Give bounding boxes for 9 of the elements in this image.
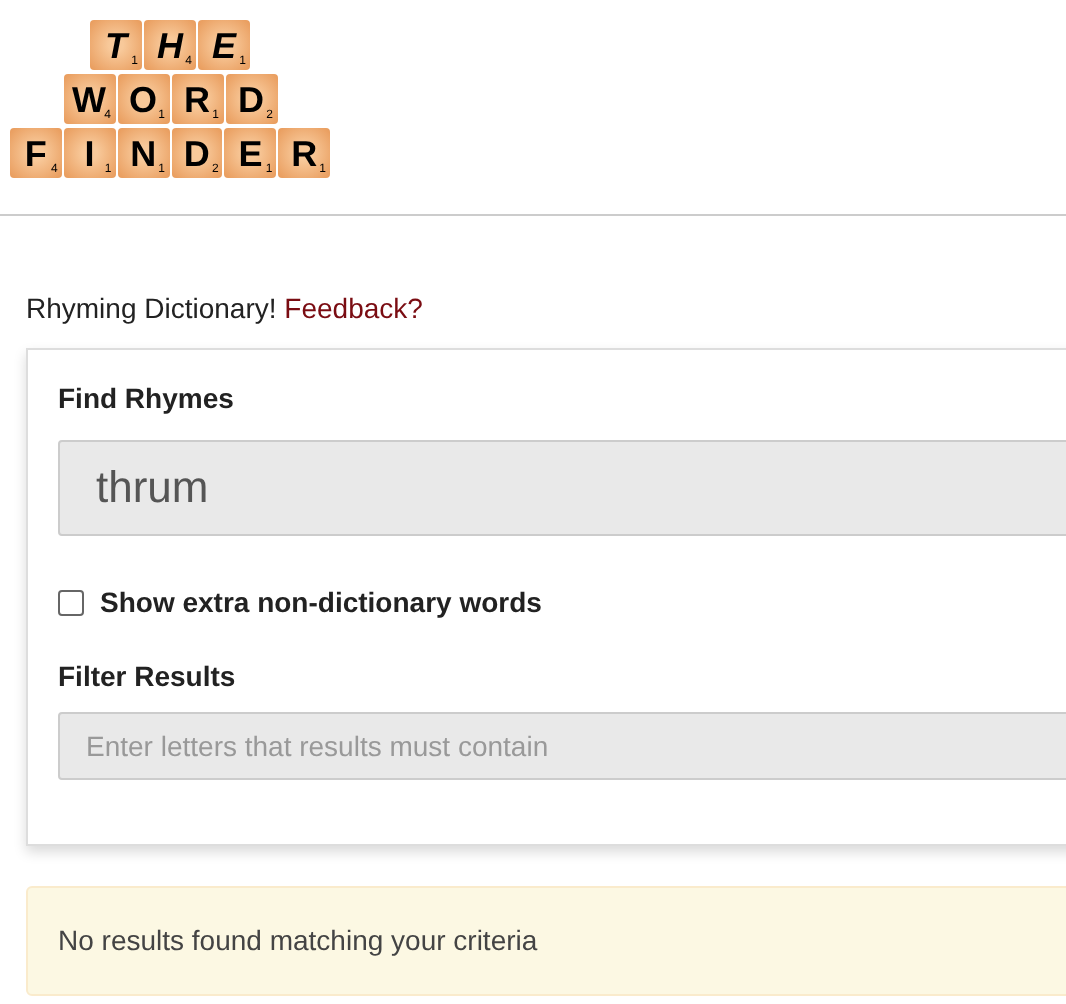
feedback-link[interactable]: Feedback? xyxy=(284,292,423,324)
rhyme-input[interactable]: thrum xyxy=(58,440,1066,536)
extra-words-label: Show extra non-dictionary words xyxy=(100,584,542,622)
filter-input[interactable]: Enter letters that results must contain xyxy=(58,712,1066,780)
intro-text: Rhyming Dictionary! Feedback? xyxy=(26,290,425,328)
filter-results-label: Filter Results xyxy=(58,658,238,696)
extra-words-checkbox[interactable] xyxy=(58,590,84,616)
no-results-alert: No results found matching your criteria xyxy=(26,886,1066,996)
find-rhymes-label: Find Rhymes xyxy=(58,380,236,418)
